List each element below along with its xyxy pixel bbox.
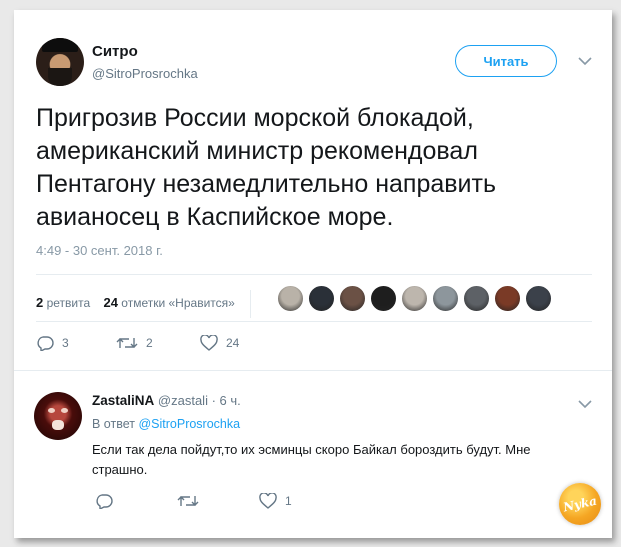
author-handle[interactable]: @SitroProsrochka	[92, 66, 198, 81]
tweet-timestamp[interactable]: 4:49 - 30 сент. 2018 г.	[36, 243, 163, 258]
retweet-count: 2	[146, 336, 153, 350]
like-count: 1	[285, 494, 292, 508]
retweet-icon	[177, 496, 199, 506]
reply-text: Если так дела пойдут,то их эсминцы скоро…	[92, 442, 531, 477]
tweet-card: Ситро @SitroProsrochka Читать Пригрозив …	[14, 10, 612, 538]
liker-avatar[interactable]	[463, 285, 490, 312]
avatar-eye-shape	[48, 408, 55, 413]
retweets-count: 2	[36, 295, 44, 311]
watermark-text: Nyka	[561, 493, 599, 515]
chevron-down-icon[interactable]	[578, 56, 592, 66]
liker-avatar[interactable]	[401, 285, 428, 312]
reply-actions: 1	[95, 493, 292, 509]
like-action[interactable]: 24	[200, 335, 239, 351]
chevron-down-icon[interactable]	[578, 399, 592, 409]
reply-author-handle[interactable]: @zastali	[158, 393, 208, 408]
reply-action[interactable]: 3	[36, 335, 116, 351]
reply-icon	[37, 336, 54, 351]
retweet-action[interactable]	[177, 494, 259, 508]
heart-icon	[200, 335, 218, 351]
stats-separator	[250, 290, 252, 318]
liker-avatar[interactable]	[308, 285, 335, 312]
retweet-action[interactable]: 2	[116, 336, 200, 350]
likes-stat[interactable]: 24 отметки «Нравится»	[103, 295, 235, 311]
reply-author-avatar[interactable]	[34, 392, 82, 440]
avatar-beard-shape	[48, 68, 72, 86]
watermark-logo: Nyka	[559, 483, 601, 525]
retweets-stat[interactable]: 2 ретвита	[36, 295, 91, 311]
divider	[14, 370, 612, 371]
likers-avatars	[277, 285, 552, 312]
in-reply-handle-link[interactable]: @SitroProsrochka	[138, 417, 240, 431]
reply-count: 3	[62, 336, 69, 350]
liker-avatar[interactable]	[494, 285, 521, 312]
author-avatar[interactable]	[36, 38, 84, 86]
likes-label: отметки «Нравится»	[121, 296, 235, 311]
liker-avatar[interactable]	[277, 285, 304, 312]
like-count: 24	[226, 336, 240, 350]
tweet-actions: 3 2 24	[36, 335, 239, 351]
heart-icon	[259, 493, 277, 509]
in-reply-prefix: В ответ	[92, 417, 135, 431]
reply-icon	[96, 494, 113, 509]
divider	[36, 321, 592, 322]
author-name[interactable]: Ситро	[92, 43, 138, 60]
avatar-eye-shape	[61, 408, 68, 413]
follow-button[interactable]: Читать	[455, 45, 557, 77]
likes-count: 24	[103, 295, 118, 311]
reply-author-name[interactable]: ZastaliNA	[92, 393, 154, 408]
reply-action[interactable]	[95, 493, 177, 509]
tweet-stats: 2 ретвита 24 отметки «Нравится»	[36, 290, 252, 318]
like-action[interactable]: 1	[259, 493, 292, 509]
reply-time[interactable]: · 6 ч.	[212, 393, 241, 408]
liker-avatar[interactable]	[432, 285, 459, 312]
divider	[36, 274, 592, 275]
liker-avatar[interactable]	[370, 285, 397, 312]
liker-avatar[interactable]	[339, 285, 366, 312]
retweet-icon	[116, 338, 138, 348]
retweets-label: ретвита	[46, 296, 91, 311]
tweet-text: Пригрозив России морской блокадой, амери…	[36, 104, 496, 231]
in-reply-to: В ответ @SitroProsrochka	[92, 417, 240, 431]
liker-avatar[interactable]	[525, 285, 552, 312]
avatar-mouth-shape	[52, 420, 64, 430]
avatar-hat-shape	[42, 38, 78, 52]
reply-header: ZastaliNA @zastali · 6 ч.	[92, 393, 241, 408]
